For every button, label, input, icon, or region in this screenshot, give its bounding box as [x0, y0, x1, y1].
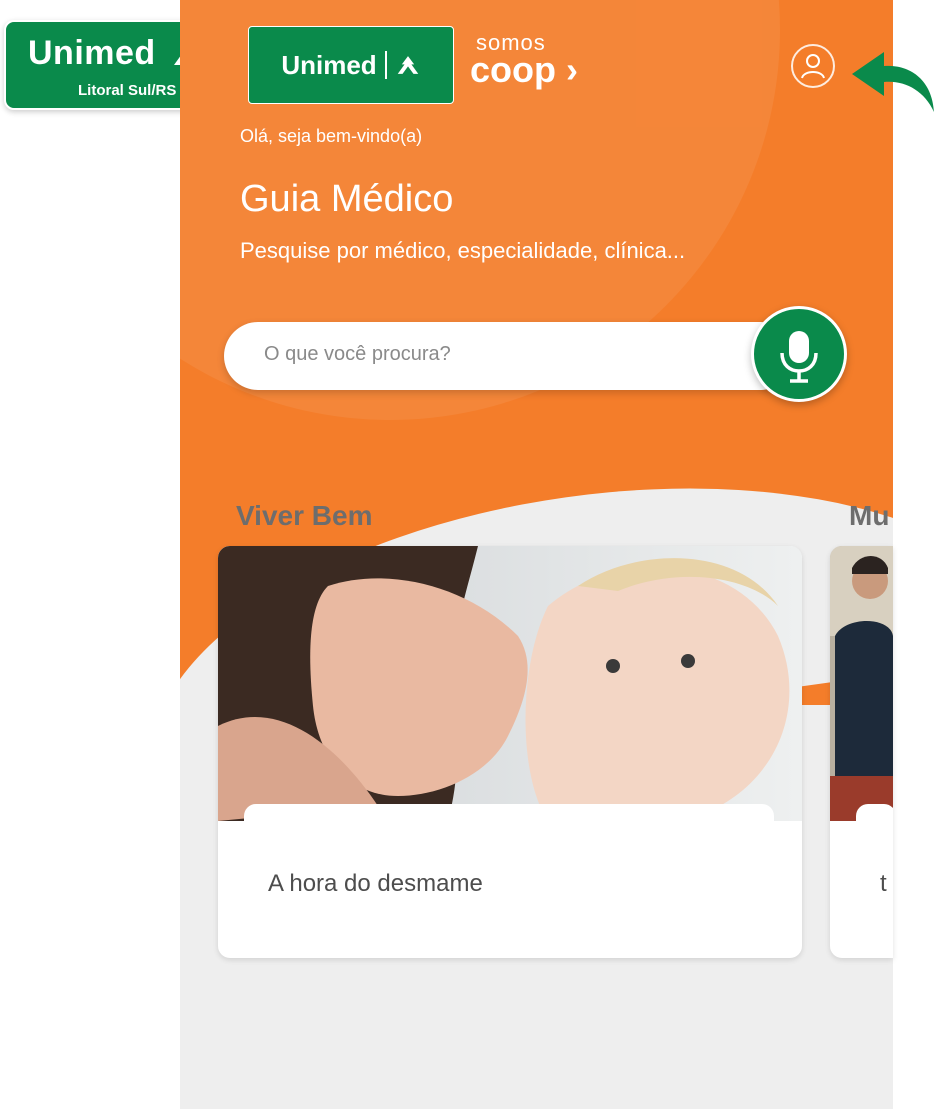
search-input[interactable] — [262, 342, 746, 367]
card-image-man — [830, 546, 893, 821]
unimed-region-label: Litoral Sul/RS — [78, 82, 177, 99]
section-title-viver-bem: Viver Bem — [236, 500, 373, 531]
greeting-text: Olá, seja bem-vindo(a) — [240, 126, 423, 146]
page-title: Guia Médico — [240, 178, 454, 220]
unimed-app-logo: Unimed — [248, 26, 454, 104]
card-title: t — [880, 870, 887, 897]
card-image-mother-baby — [218, 546, 802, 821]
microphone-icon — [780, 331, 818, 383]
section-title-next: Mu — [849, 500, 890, 531]
search-bar — [224, 322, 794, 390]
article-card[interactable]: A hora do desmame — [218, 546, 802, 958]
microphone-button[interactable] — [751, 306, 847, 402]
page-subtitle: Pesquise por médico, especialidade, clín… — [240, 238, 686, 263]
user-circle-icon[interactable] — [791, 44, 835, 88]
somos-coop-logo: somos coop › — [470, 30, 578, 90]
card-title: A hora do desmame — [268, 870, 483, 897]
curved-arrow-icon — [852, 52, 934, 112]
article-card[interactable]: t — [830, 546, 893, 958]
